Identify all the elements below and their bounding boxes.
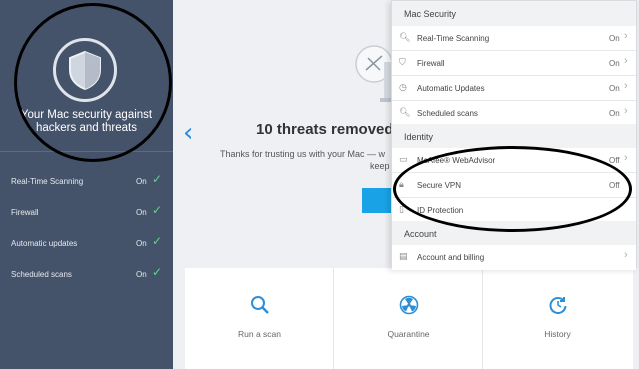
sidebar-item-firewall[interactable]: Firewall On ✓ — [0, 203, 173, 223]
check-icon: ✓ — [152, 172, 163, 186]
row-label: Scheduled scans — [417, 109, 478, 118]
tile-run-a-scan[interactable]: Run a scan — [185, 268, 334, 369]
check-icon: ✓ — [152, 265, 163, 279]
row-state: On — [609, 109, 620, 118]
chevron-right-icon: › — [624, 152, 628, 164]
chevron-right-icon: › — [624, 249, 628, 261]
page-subtext-continued: keep — [370, 161, 390, 171]
sidebar-item-state: On — [136, 208, 147, 217]
magnifier-icon: 🔍︎ — [399, 107, 411, 117]
web-icon: ▭ — [399, 154, 408, 164]
chevron-right-icon: › — [624, 80, 628, 92]
annotation-circle-identity — [393, 146, 632, 232]
clock-icon: ◷ — [399, 82, 407, 92]
check-icon: ✓ — [152, 203, 163, 217]
section-title: Mac Security — [404, 9, 457, 19]
sidebar-item-scheduled-scans[interactable]: Scheduled scans On ✓ — [0, 265, 173, 285]
document-icon: ▤ — [399, 251, 408, 261]
sidebar-item-state: On — [136, 270, 147, 279]
row-label: Firewall — [417, 59, 445, 68]
shield-icon: ⛉ — [399, 57, 406, 67]
magnifier-icon — [185, 295, 334, 321]
panel-row-automatic-updates[interactable]: ◷ Automatic Updates On › — [392, 76, 636, 101]
sidebar-item-real-time-scanning[interactable]: Real-Time Scanning On ✓ — [0, 172, 173, 192]
sidebar-item-automatic-updates[interactable]: Automatic updates On ✓ — [0, 234, 173, 254]
back-chevron-icon[interactable]: ‹ — [183, 118, 193, 148]
sidebar-item-label: Automatic updates — [11, 239, 78, 248]
chevron-right-icon: › — [624, 55, 628, 67]
sidebar-item-state: On — [136, 177, 147, 186]
sidebar-item-label: Firewall — [11, 208, 39, 217]
tile-history[interactable]: History — [483, 268, 632, 369]
check-icon: ✓ — [152, 234, 163, 248]
row-label: Account and billing — [417, 253, 485, 262]
panel-row-account-and-billing[interactable]: ▤ Account and billing › — [392, 245, 636, 270]
annotation-circle-sidebar — [14, 3, 172, 162]
section-title: Identity — [404, 132, 434, 142]
radiation-icon — [334, 295, 483, 321]
chevron-right-icon: › — [624, 30, 628, 42]
panel-row-scheduled-scans[interactable]: 🔍︎ Scheduled scans On › — [392, 101, 636, 126]
sidebar-item-label: Real-Time Scanning — [11, 177, 84, 186]
row-state: On — [609, 84, 620, 93]
section-header-mac-security: Mac Security — [392, 1, 636, 27]
row-label: Real-Time Scanning — [417, 34, 490, 43]
sidebar-item-state: On — [136, 239, 147, 248]
row-state: On — [609, 59, 620, 68]
section-title: Account — [404, 229, 437, 239]
chevron-right-icon: › — [624, 105, 628, 117]
sidebar-item-label: Scheduled scans — [11, 270, 72, 279]
page-headline: 10 threats removed s — [256, 121, 407, 138]
page-subtext: Thanks for trusting us with your Mac — w — [220, 149, 386, 159]
panel-row-firewall[interactable]: ⛉ Firewall On › — [392, 51, 636, 76]
tile-label: History — [544, 329, 571, 339]
row-label: Automatic Updates — [417, 84, 485, 93]
primary-action-button[interactable] — [362, 188, 394, 213]
action-tiles: Run a scan Quarantine History — [185, 268, 633, 369]
tile-label: Quarantine — [387, 329, 430, 339]
row-state: On — [609, 34, 620, 43]
history-icon — [483, 295, 632, 321]
panel-row-real-time-scanning[interactable]: 🔍︎ Real-Time Scanning On › — [392, 26, 636, 51]
tile-quarantine[interactable]: Quarantine — [334, 268, 483, 369]
magnifier-icon: 🔍︎ — [399, 32, 411, 42]
tile-label: Run a scan — [238, 329, 281, 339]
